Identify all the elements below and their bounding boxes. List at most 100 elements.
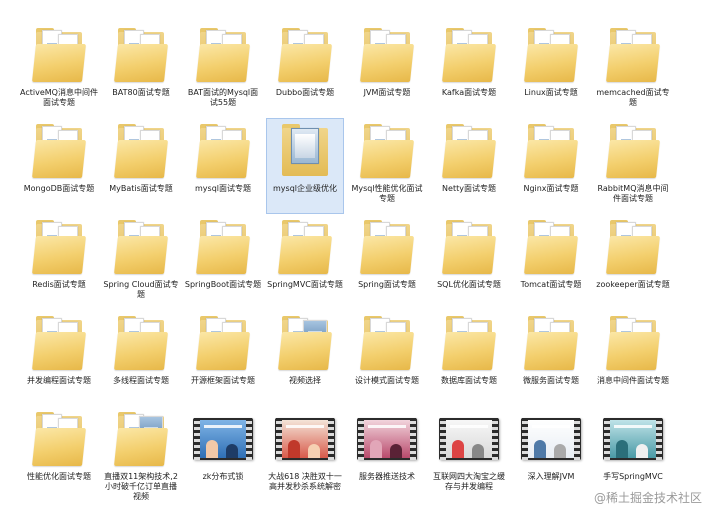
file-item-label: SpringBoot面试专题 — [184, 280, 262, 289]
file-item-label: memcached面试专题 — [596, 88, 670, 107]
folder-icon — [606, 218, 660, 276]
folder-icon — [442, 314, 496, 372]
file-grid: ActiveMQ消息中间件面试专题 BAT80面试专题 BAT面试的Mysql面试5… — [18, 22, 674, 502]
file-item-label: SQL优化面试专题 — [437, 280, 501, 289]
file-item[interactable]: 多线程面试专题 — [100, 310, 182, 406]
file-item[interactable]: 深入理解JVM — [510, 406, 592, 502]
video-file-icon — [355, 412, 419, 468]
file-item[interactable]: 互联网四大淘宝之缓存与并发编程 — [428, 406, 510, 502]
file-item[interactable]: 微服务面试专题 — [510, 310, 592, 406]
file-item[interactable]: Dubbo面试专题 — [264, 22, 346, 118]
file-item[interactable]: Mysql性能优化面试专题 — [346, 118, 428, 214]
file-item-label: ActiveMQ消息中间件面试专题 — [20, 88, 98, 107]
folder-icon — [32, 26, 86, 84]
file-item[interactable]: zk分布式锁 — [182, 406, 264, 502]
file-item[interactable]: 手写SpringMVC — [592, 406, 674, 502]
file-item-label: zk分布式锁 — [202, 472, 244, 481]
folder-icon — [360, 122, 414, 180]
folder-icon — [360, 218, 414, 276]
folder-icon — [524, 218, 578, 276]
file-item[interactable]: SpringMVC面试专题 — [264, 214, 346, 310]
folder-icon — [196, 314, 250, 372]
file-item-label: mysql企业级优化 — [273, 184, 337, 193]
file-item-label: RabbitMQ消息中间件面试专题 — [597, 184, 669, 203]
file-item[interactable]: SpringBoot面试专题 — [182, 214, 264, 310]
file-item[interactable]: Linux面试专题 — [510, 22, 592, 118]
file-item[interactable]: 并发编程面试专题 — [18, 310, 100, 406]
file-item[interactable]: Tomcat面试专题 — [510, 214, 592, 310]
folder-icon — [32, 314, 86, 372]
file-item-label: 性能优化面试专题 — [27, 472, 91, 481]
file-item[interactable]: mysql企业级优化 — [264, 118, 346, 214]
file-item-label: BAT面试的Mysql面试55题 — [187, 88, 259, 107]
file-item[interactable]: BAT面试的Mysql面试55题 — [182, 22, 264, 118]
file-item[interactable]: JVM面试专题 — [346, 22, 428, 118]
file-item[interactable]: 服务器推送技术 — [346, 406, 428, 502]
folder-icon — [360, 314, 414, 372]
folder-icon — [360, 26, 414, 84]
file-item[interactable]: Spring Cloud面试专题 — [100, 214, 182, 310]
file-item[interactable]: zookeeper面试专题 — [592, 214, 674, 310]
file-item[interactable]: mysql面试专题 — [182, 118, 264, 214]
file-item[interactable]: RabbitMQ消息中间件面试专题 — [592, 118, 674, 214]
folder-icon — [278, 218, 332, 276]
file-item-label: 消息中间件面试专题 — [597, 376, 669, 385]
folder-icon — [442, 26, 496, 84]
folder-icon — [278, 314, 332, 372]
file-item[interactable]: SQL优化面试专题 — [428, 214, 510, 310]
file-item[interactable]: Nginx面试专题 — [510, 118, 592, 214]
file-item[interactable]: Kafka面试专题 — [428, 22, 510, 118]
file-item[interactable]: 直播双11架构技术,2小时破千亿订单直播视频 — [100, 406, 182, 502]
file-item-label: Dubbo面试专题 — [275, 88, 335, 97]
file-item[interactable]: Redis面试专题 — [18, 214, 100, 310]
file-item[interactable]: 消息中间件面试专题 — [592, 310, 674, 406]
file-item-label: 多线程面试专题 — [113, 376, 169, 385]
folder-icon — [606, 314, 660, 372]
file-item[interactable]: MongoDB面试专题 — [18, 118, 100, 214]
file-item-label: Mysql性能优化面试专题 — [351, 184, 423, 203]
file-item-label: 设计模式面试专题 — [355, 376, 419, 385]
file-item[interactable]: BAT80面试专题 — [100, 22, 182, 118]
video-file-icon — [191, 412, 255, 468]
folder-icon — [524, 122, 578, 180]
folder-icon — [606, 122, 660, 180]
file-item-label: 服务器推送技术 — [359, 472, 415, 481]
folder-icon — [196, 122, 250, 180]
file-item[interactable]: Spring面试专题 — [346, 214, 428, 310]
file-item[interactable]: Netty面试专题 — [428, 118, 510, 214]
folder-icon — [196, 218, 250, 276]
file-item[interactable]: 开源框架面试专题 — [182, 310, 264, 406]
file-item-label: 开源框架面试专题 — [191, 376, 255, 385]
folder-icon — [114, 410, 168, 468]
folder-icon — [114, 314, 168, 372]
file-item[interactable]: 性能优化面试专题 — [18, 406, 100, 502]
folder-icon — [278, 26, 332, 84]
file-item-label: 视频选择 — [289, 376, 321, 385]
file-item[interactable]: 大战618 决胜双十一高并发秒杀系统解密 — [264, 406, 346, 502]
file-item-label: 大战618 决胜双十一高并发秒杀系统解密 — [268, 472, 342, 491]
folder-icon — [442, 122, 496, 180]
file-item-label: 深入理解JVM — [527, 472, 575, 481]
file-item[interactable]: MyBatis面试专题 — [100, 118, 182, 214]
folder-icon — [524, 26, 578, 84]
folder-icon — [114, 122, 168, 180]
file-item-label: BAT80面试专题 — [112, 88, 170, 97]
video-file-icon — [601, 412, 665, 468]
folder-icon — [606, 26, 660, 84]
file-item-label: mysql面试专题 — [195, 184, 251, 193]
file-item[interactable]: 视频选择 — [264, 310, 346, 406]
video-file-icon — [519, 412, 583, 468]
file-item[interactable]: memcached面试专题 — [592, 22, 674, 118]
folder-icon — [32, 122, 86, 180]
file-item-label: Kafka面试专题 — [441, 88, 497, 97]
file-item-label: JVM面试专题 — [363, 88, 411, 97]
file-item[interactable]: 数据库面试专题 — [428, 310, 510, 406]
file-item-label: zookeeper面试专题 — [596, 280, 670, 289]
folder-icon — [442, 218, 496, 276]
file-item[interactable]: 设计模式面试专题 — [346, 310, 428, 406]
folder-icon — [32, 218, 86, 276]
file-item-label: Netty面试专题 — [442, 184, 496, 193]
file-item[interactable]: ActiveMQ消息中间件面试专题 — [18, 22, 100, 118]
file-item-label: Tomcat面试专题 — [520, 280, 582, 289]
folder-icon — [114, 218, 168, 276]
